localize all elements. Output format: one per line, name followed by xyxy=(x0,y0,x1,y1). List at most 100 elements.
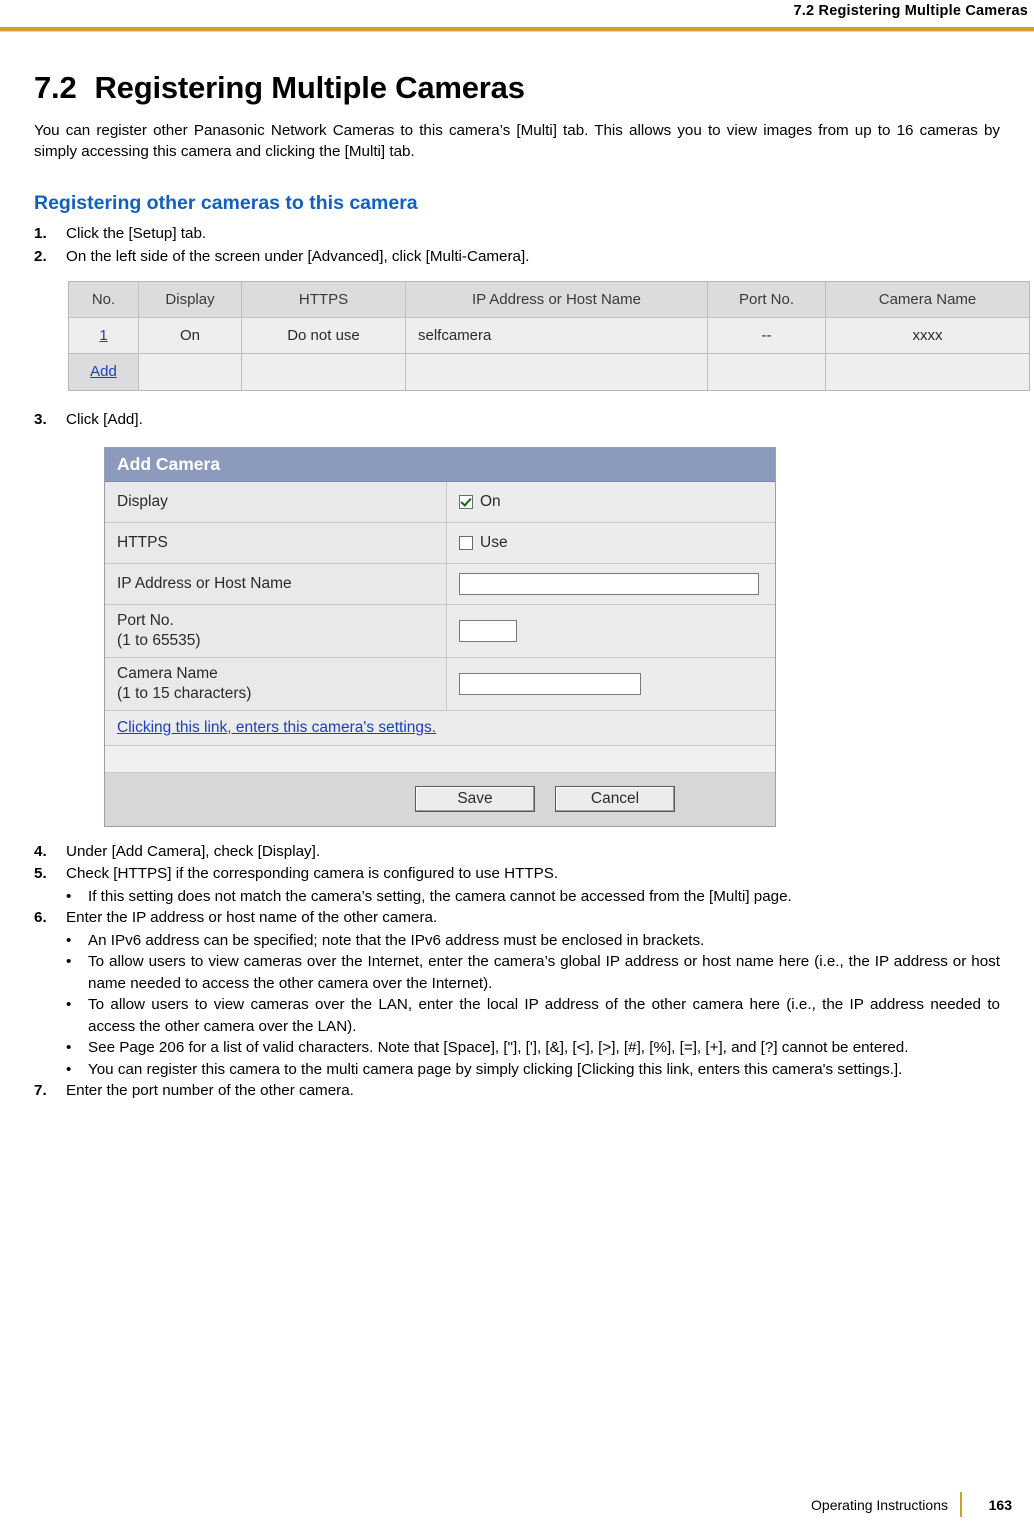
chapter-title: Registering Multiple Cameras xyxy=(94,70,525,105)
step-5-text: Check [HTTPS] if the corresponding camer… xyxy=(66,865,559,882)
step-6-text: Enter the IP address or host name of the… xyxy=(66,909,438,926)
step-3-number: 3. xyxy=(34,411,47,428)
running-head: 7.2 Registering Multiple Cameras xyxy=(793,3,1028,19)
add-link-label[interactable]: Add xyxy=(90,363,117,380)
label-address: IP Address or Host Name xyxy=(105,563,447,604)
steps-list: 1. Click the [Setup] tab. 2. On the left… xyxy=(34,223,1000,267)
addrow-filler-1 xyxy=(139,354,242,390)
step-6-bullets: An IPv6 address can be specified; note t… xyxy=(34,930,1000,1081)
step-7-number: 7. xyxy=(34,1082,47,1099)
address-input[interactable] xyxy=(459,572,759,595)
step-5-bullets: If this setting does not match the camer… xyxy=(34,886,1000,908)
addrow-filler-3 xyxy=(406,354,708,390)
step-3-text: Click [Add]. xyxy=(66,411,143,428)
col-header-display: Display xyxy=(139,282,242,318)
display-checkbox[interactable] xyxy=(459,494,473,509)
footer-label: Operating Instructions xyxy=(811,1497,948,1513)
cell-display: On xyxy=(139,318,242,354)
bullet-6-2: To allow users to view cameras over the … xyxy=(34,951,1000,994)
header-rule-thin xyxy=(0,31,1034,32)
label-camera-name-line2: (1 to 15 characters) xyxy=(117,684,252,702)
col-header-https: HTTPS xyxy=(242,282,406,318)
col-header-port: Port No. xyxy=(708,282,826,318)
row-https: HTTPS Use xyxy=(105,522,775,564)
step-4: 4. Under [Add Camera], check [Display]. xyxy=(34,841,1000,863)
display-checkbox-label: On xyxy=(480,492,501,510)
intro-paragraph: You can register other Panasonic Network… xyxy=(34,122,1000,160)
cell-https: Do not use xyxy=(242,318,406,354)
page-footer: Operating Instructions 163 xyxy=(0,1487,1034,1517)
self-settings-link[interactable]: Clicking this link, enters this camera's… xyxy=(117,719,436,736)
https-checkbox-label: Use xyxy=(480,533,508,551)
panel-title: Add Camera xyxy=(105,447,775,482)
bullet-6-1: An IPv6 address can be specified; note t… xyxy=(34,930,1000,952)
col-header-no: No. xyxy=(69,282,139,318)
step-1: 1. Click the [Setup] tab. xyxy=(34,223,1000,245)
label-port-line1: Port No. xyxy=(117,611,174,629)
row-camera-name: Camera Name (1 to 15 characters) xyxy=(105,657,775,711)
step-3: 3. Click [Add]. xyxy=(34,409,1000,431)
step-5-number: 5. xyxy=(34,865,47,882)
col-header-camera-name: Camera Name xyxy=(826,282,1029,318)
port-input[interactable] xyxy=(459,619,517,642)
bullet-6-5: You can register this camera to the mult… xyxy=(34,1059,1000,1081)
bullet-5-1: If this setting does not match the camer… xyxy=(34,886,1000,908)
value-port xyxy=(447,604,775,657)
step-4-number: 4. xyxy=(34,842,47,860)
step-7: 7. Enter the port number of the other ca… xyxy=(34,1080,1000,1102)
value-https: Use xyxy=(447,522,775,563)
addrow-filler-5 xyxy=(826,354,1029,390)
row-display: Display On xyxy=(105,481,775,523)
row-port: Port No. (1 to 65535) xyxy=(105,604,775,658)
step-2-number: 2. xyxy=(34,247,47,265)
value-display: On xyxy=(447,481,775,522)
steps-list-3: 4. Under [Add Camera], check [Display]. … xyxy=(34,841,1000,1102)
camera-name-input[interactable] xyxy=(459,672,641,695)
step-6-number: 6. xyxy=(34,909,47,926)
table-add-row: Add xyxy=(69,354,1029,390)
figure-add-camera-panel: Add Camera Display On HTTPS Use IP Addre… xyxy=(104,446,776,827)
panel-button-bar: Save Cancel xyxy=(105,772,775,826)
table-header-row: No. Display HTTPS IP Address or Host Nam… xyxy=(69,282,1029,318)
page-title: 7.2 Registering Multiple Cameras xyxy=(34,70,1000,106)
label-port-line2: (1 to 65535) xyxy=(117,631,201,649)
value-camera-name xyxy=(447,657,775,710)
cell-no[interactable]: 1 xyxy=(69,318,139,354)
panel-spacer xyxy=(105,745,775,773)
row-address: IP Address or Host Name xyxy=(105,563,775,605)
self-settings-link-row: Clicking this link, enters this camera's… xyxy=(105,710,775,746)
camera-number-link[interactable]: 1 xyxy=(99,327,107,344)
label-https: HTTPS xyxy=(105,522,447,563)
page-content: 7.2 Registering Multiple Cameras You can … xyxy=(34,70,1030,1103)
step-7-text: Enter the port number of the other camer… xyxy=(66,1082,354,1099)
document-page: 7.2 Registering Multiple Cameras 7.2 Regi… xyxy=(0,0,1034,1535)
cell-port: -- xyxy=(708,318,826,354)
bullet-6-4: See Page 206 for a list of valid charact… xyxy=(34,1037,1000,1059)
cell-camera-name: xxxx xyxy=(826,318,1029,354)
step-5: 5. Check [HTTPS] if the corresponding ca… xyxy=(34,863,1000,885)
save-button[interactable]: Save xyxy=(415,786,535,812)
step-6: 6. Enter the IP address or host name of … xyxy=(34,907,1000,929)
addrow-filler-2 xyxy=(242,354,406,390)
add-button[interactable]: Add xyxy=(69,354,139,390)
step-1-text: Click the [Setup] tab. xyxy=(66,225,207,242)
col-header-address: IP Address or Host Name xyxy=(406,282,708,318)
cell-address: selfcamera xyxy=(406,318,708,354)
label-display: Display xyxy=(105,481,447,522)
steps-list-2: 3. Click [Add]. xyxy=(34,409,1000,431)
step-1-number: 1. xyxy=(34,225,47,242)
addrow-filler-4 xyxy=(708,354,826,390)
footer-divider xyxy=(960,1492,962,1517)
step-2: 2. On the left side of the screen under … xyxy=(34,246,1000,268)
chapter-number: 7.2 xyxy=(34,70,77,105)
label-camera-name-line1: Camera Name xyxy=(117,664,218,682)
label-camera-name: Camera Name (1 to 15 characters) xyxy=(105,657,447,710)
https-checkbox[interactable] xyxy=(459,535,473,550)
footer-page-number: 163 xyxy=(988,1497,1012,1513)
step-4-text: Under [Add Camera], check [Display]. xyxy=(66,842,321,860)
cancel-button[interactable]: Cancel xyxy=(555,786,675,812)
step-2-text: On the left side of the screen under [Ad… xyxy=(66,247,530,265)
section-heading: Registering other cameras to this camera xyxy=(34,192,418,214)
label-port: Port No. (1 to 65535) xyxy=(105,604,447,657)
value-address xyxy=(447,563,775,604)
